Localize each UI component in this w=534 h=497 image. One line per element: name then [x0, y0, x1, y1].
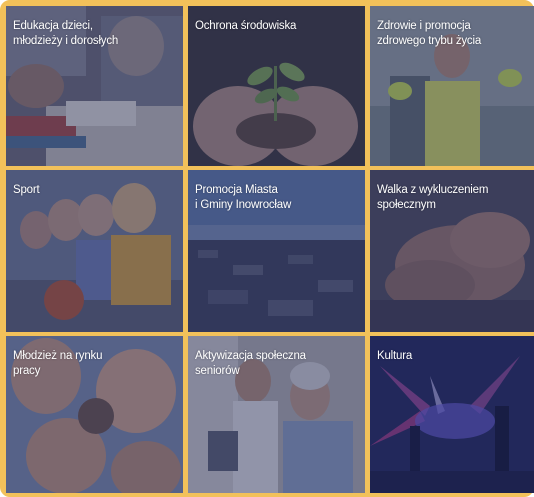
tile-label: Promocja Miasta i Gminy Inowrocław: [195, 184, 292, 211]
tile-label: Ochrona środowiska: [195, 20, 297, 32]
tile-label: Kultura: [377, 350, 413, 362]
tile-seniors[interactable]: Aktywizacja społeczna seniorów: [188, 336, 365, 493]
tile-health[interactable]: Zdrowie i promocja zdrowego trybu życia: [370, 6, 534, 166]
tile-label: Sport: [13, 184, 40, 196]
tile-label: Zdrowie i promocja zdrowego trybu życia: [377, 20, 482, 47]
tile-education[interactable]: Edukacja dzieci, młodzieży i dorosłych: [6, 6, 183, 166]
tile-culture[interactable]: Kultura: [370, 336, 534, 493]
tile-label: Walka z wykluczeniem społecznym: [377, 184, 489, 211]
tile-social-inclusion[interactable]: Walka z wykluczeniem społecznym: [370, 170, 534, 332]
tile-sport[interactable]: Sport: [6, 170, 183, 332]
tile-label: Aktywizacja społeczna seniorów: [195, 350, 306, 377]
category-grid: Edukacja dzieci, młodzieży i dorosłych O…: [6, 6, 534, 493]
tile-label: Młodzież na rynku pracy: [13, 350, 103, 377]
tile-city-promotion[interactable]: Promocja Miasta i Gminy Inowrocław: [188, 170, 365, 332]
tile-youth-work[interactable]: Młodzież na rynku pracy: [6, 336, 183, 493]
tile-label: Edukacja dzieci, młodzieży i dorosłych: [13, 20, 119, 47]
tile-environment[interactable]: Ochrona środowiska: [188, 6, 365, 166]
